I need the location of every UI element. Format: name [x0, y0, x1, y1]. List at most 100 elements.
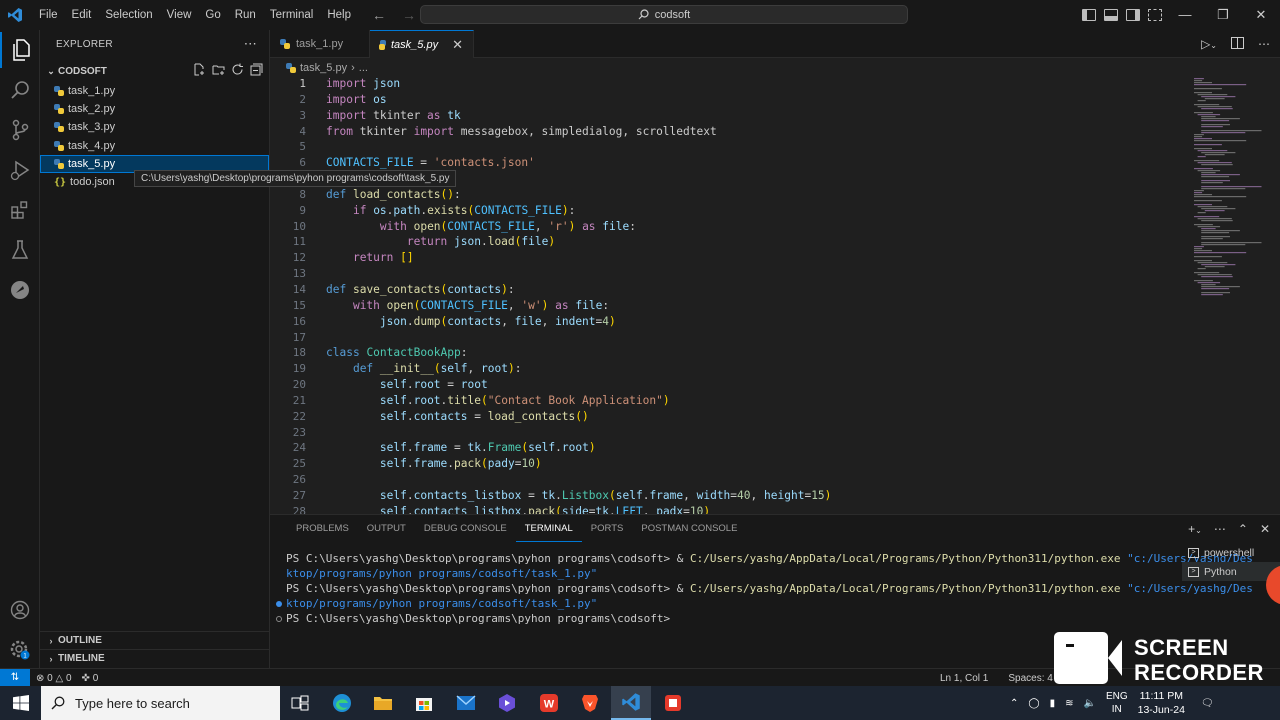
- postman-icon[interactable]: [0, 272, 40, 308]
- code-line[interactable]: self.contacts_listbox = tk.Listbox(self.…: [326, 488, 1186, 504]
- taskbar-search[interactable]: Type here to search: [41, 686, 280, 720]
- restore-icon[interactable]: ❐: [1204, 0, 1242, 30]
- code-line[interactable]: from tkinter import messagebox, simpledi…: [326, 124, 1186, 140]
- code-line[interactable]: import tkinter as tk: [326, 108, 1186, 124]
- account-icon[interactable]: [0, 592, 40, 628]
- command-center-search[interactable]: codsoft: [420, 5, 908, 24]
- brave-browser-icon[interactable]: [570, 686, 610, 720]
- tab-debug-console[interactable]: DEBUG CONSOLE: [415, 515, 516, 542]
- tray-app-icon[interactable]: ◯: [1028, 698, 1039, 709]
- mail-icon[interactable]: [446, 686, 486, 720]
- minimize-icon[interactable]: —: [1166, 0, 1204, 30]
- forward-arrow-icon[interactable]: →: [402, 7, 416, 23]
- minimap[interactable]: [1192, 76, 1272, 306]
- file-task-3[interactable]: task_3.py: [40, 118, 269, 136]
- code-line[interactable]: return []: [326, 250, 1186, 266]
- code-line[interactable]: self.frame.pack(pady=10): [326, 456, 1186, 472]
- code-line[interactable]: def save_contacts(contacts):: [326, 282, 1186, 298]
- breadcrumb-file[interactable]: task_5.py: [300, 62, 347, 74]
- code-line[interactable]: CONTACTS_FILE = 'contacts.json': [326, 155, 1186, 171]
- code-line[interactable]: self.frame = tk.Frame(self.root): [326, 440, 1186, 456]
- task-view-icon[interactable]: [280, 686, 320, 720]
- code-line[interactable]: return json.load(file): [326, 234, 1186, 250]
- tab-postman-console[interactable]: POSTMAN CONSOLE: [632, 515, 746, 542]
- cursor-position[interactable]: Ln 1, Col 1: [940, 673, 988, 684]
- vscode-taskbar-icon[interactable]: [611, 686, 651, 720]
- remote-indicator-icon[interactable]: ⇅: [0, 669, 30, 687]
- extensions-icon[interactable]: [0, 192, 40, 228]
- toggle-panel-icon[interactable]: [1104, 9, 1118, 21]
- terminal-output[interactable]: PS C:\Users\yashg\Desktop\programs\pyhon…: [276, 551, 1253, 626]
- tab-terminal[interactable]: TERMINAL: [515, 515, 582, 542]
- tab-task-5[interactable]: task_5.py ✕: [370, 30, 474, 58]
- wps-office-icon[interactable]: W: [529, 686, 569, 720]
- refresh-icon[interactable]: [231, 63, 244, 76]
- terminal-python[interactable]: > Python: [1182, 562, 1280, 581]
- more-actions-icon[interactable]: ⋯: [244, 36, 257, 52]
- more-actions-icon[interactable]: ⋯: [1258, 37, 1270, 51]
- tab-task-1[interactable]: task_1.py: [270, 30, 370, 58]
- menu-help[interactable]: Help: [320, 0, 358, 30]
- outline-section[interactable]: › OUTLINE: [40, 631, 270, 649]
- run-debug-icon[interactable]: [0, 152, 40, 188]
- code-line[interactable]: self.contacts = load_contacts(): [326, 409, 1186, 425]
- code-line[interactable]: if os.path.exists(CONTACTS_FILE):: [326, 203, 1186, 219]
- code-line[interactable]: import json: [326, 76, 1186, 92]
- notification-icon[interactable]: 🗨: [1201, 698, 1214, 709]
- code-line[interactable]: [326, 472, 1186, 488]
- close-panel-icon[interactable]: ✕: [1260, 522, 1270, 536]
- ports-status[interactable]: ✜ 0: [82, 673, 99, 684]
- code-area[interactable]: import json import os import tkinter as tk…: [326, 76, 1186, 514]
- menu-selection[interactable]: Selection: [98, 0, 159, 30]
- code-line[interactable]: self.contacts_listbox.pack(side=tk.LEFT,…: [326, 504, 1186, 514]
- menu-go[interactable]: Go: [198, 0, 227, 30]
- file-task-2[interactable]: task_2.py: [40, 100, 269, 118]
- screen-recorder-taskbar-icon[interactable]: [653, 686, 693, 720]
- tab-problems[interactable]: PROBLEMS: [287, 515, 358, 542]
- file-explorer-icon[interactable]: [363, 686, 403, 720]
- maximize-panel-icon[interactable]: ⌃: [1238, 522, 1248, 536]
- folder-codsoft[interactable]: ⌄ CODSOFT: [40, 60, 269, 82]
- more-actions-icon[interactable]: ⋯: [1214, 522, 1226, 536]
- menu-run[interactable]: Run: [228, 0, 263, 30]
- file-task-4[interactable]: task_4.py: [40, 137, 269, 155]
- code-line[interactable]: self.root.title("Contact Book Applicatio…: [326, 393, 1186, 409]
- search-view-icon[interactable]: [0, 72, 40, 108]
- tab-ports[interactable]: PORTS: [582, 515, 633, 542]
- terminal-powershell[interactable]: > powershell: [1182, 543, 1280, 562]
- breadcrumb-more[interactable]: ...: [359, 62, 368, 74]
- close-window-icon[interactable]: ✕: [1242, 0, 1280, 30]
- new-file-icon[interactable]: [193, 63, 206, 76]
- code-line[interactable]: [326, 425, 1186, 441]
- code-line[interactable]: def __init__(self, root):: [326, 361, 1186, 377]
- tray-volume-icon[interactable]: 🔈: [1084, 698, 1096, 709]
- microsoft-store-icon[interactable]: [404, 686, 444, 720]
- code-line[interactable]: [326, 330, 1186, 346]
- menu-file[interactable]: File: [32, 0, 65, 30]
- customize-layout-icon[interactable]: [1148, 9, 1162, 21]
- back-arrow-icon[interactable]: ←: [372, 7, 386, 23]
- toggle-secondary-sidebar-icon[interactable]: [1126, 9, 1140, 21]
- edge-browser-icon[interactable]: [322, 686, 362, 720]
- source-control-icon[interactable]: [0, 112, 40, 148]
- language-indicator[interactable]: ENG IN: [1106, 690, 1128, 716]
- split-editor-icon[interactable]: [1231, 36, 1244, 52]
- command-decoration-icon[interactable]: [276, 616, 282, 622]
- run-python-file-icon[interactable]: ▷⌄: [1201, 37, 1217, 51]
- close-tab-icon[interactable]: ✕: [452, 37, 463, 53]
- code-line[interactable]: def load_contacts():: [326, 187, 1186, 203]
- code-line[interactable]: with open(CONTACTS_FILE, 'r') as file:: [326, 219, 1186, 235]
- code-line[interactable]: class ContactBookApp:: [326, 345, 1186, 361]
- tray-overflow-icon[interactable]: ⌃: [1010, 698, 1018, 709]
- testing-icon[interactable]: [0, 232, 40, 268]
- new-terminal-icon[interactable]: +⌄: [1188, 522, 1202, 536]
- timeline-section[interactable]: › TIMELINE: [40, 649, 270, 667]
- menu-edit[interactable]: Edit: [65, 0, 99, 30]
- windows-start-icon[interactable]: [6, 686, 36, 720]
- new-folder-icon[interactable]: [212, 63, 225, 76]
- code-line[interactable]: self.root = root: [326, 377, 1186, 393]
- media-player-icon[interactable]: [487, 686, 527, 720]
- manage-gear-icon[interactable]: 1: [0, 632, 40, 668]
- command-decoration-icon[interactable]: [276, 601, 282, 607]
- explorer-icon[interactable]: [0, 32, 40, 68]
